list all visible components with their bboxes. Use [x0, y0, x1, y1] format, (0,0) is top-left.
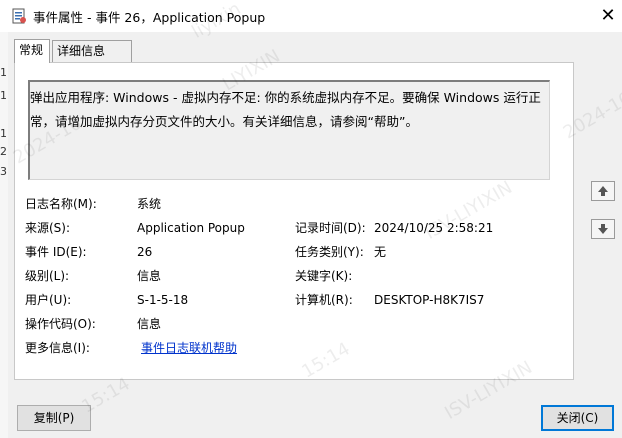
source-value: Application Popup	[137, 221, 245, 235]
keywords-label: 关键字(K):	[295, 269, 353, 283]
next-event-button[interactable]	[591, 219, 615, 239]
arrow-down-icon	[598, 224, 608, 234]
task-category-label: 任务类别(Y):	[295, 245, 364, 259]
opcode-label: 操作代码(O):	[25, 317, 96, 331]
event-id-value: 26	[137, 245, 153, 259]
previous-event-button[interactable]	[591, 181, 615, 201]
window-title: 事件属性 - 事件 26，Application Popup	[33, 10, 266, 25]
arrow-up-icon	[598, 186, 608, 196]
copy-button[interactable]: 复制(P)	[17, 405, 91, 431]
event-properties-icon	[12, 8, 26, 24]
online-help-link[interactable]: 事件日志联机帮助	[141, 340, 237, 356]
edge-digit: 1	[0, 66, 7, 79]
user-value: S-1-5-18	[137, 293, 189, 307]
event-id-label: 事件 ID(E):	[25, 245, 87, 259]
source-label: 来源(S):	[25, 221, 71, 235]
opcode-value: 信息	[137, 317, 162, 331]
more-info-label: 更多信息(I):	[25, 341, 90, 355]
tab-details[interactable]: 详细信息	[52, 40, 132, 62]
edge-digit: 1	[0, 89, 7, 102]
close-icon[interactable]: ✕	[596, 4, 620, 28]
edge-digit: 3	[0, 165, 7, 178]
event-message: 弹出应用程序: Windows - 虚拟内存不足: 你的系统虚拟内存不足。要确保…	[30, 90, 541, 129]
log-name-label: 日志名称(M):	[25, 197, 97, 211]
tab-general[interactable]: 常规	[14, 39, 50, 63]
close-button[interactable]: 关闭(C)	[541, 405, 614, 431]
logged-label: 记录时间(D):	[295, 221, 366, 235]
user-label: 用户(U):	[25, 293, 72, 307]
edge-digit: 1	[0, 127, 7, 140]
edge-digit: 2	[0, 145, 7, 158]
computer-label: 计算机(R):	[295, 293, 353, 307]
task-category-value: 无	[374, 245, 387, 259]
background-window-edge: 1 1 1 2 3	[0, 32, 8, 438]
level-value: 信息	[137, 269, 162, 283]
computer-value: DESKTOP-H8K7IS7	[374, 293, 485, 307]
title-bar: 事件属性 - 事件 26，Application Popup ✕	[0, 0, 622, 32]
log-name-value: 系统	[137, 197, 162, 211]
logged-value: 2024/10/25 2:58:21	[374, 221, 494, 235]
level-label: 级别(L):	[25, 269, 70, 283]
